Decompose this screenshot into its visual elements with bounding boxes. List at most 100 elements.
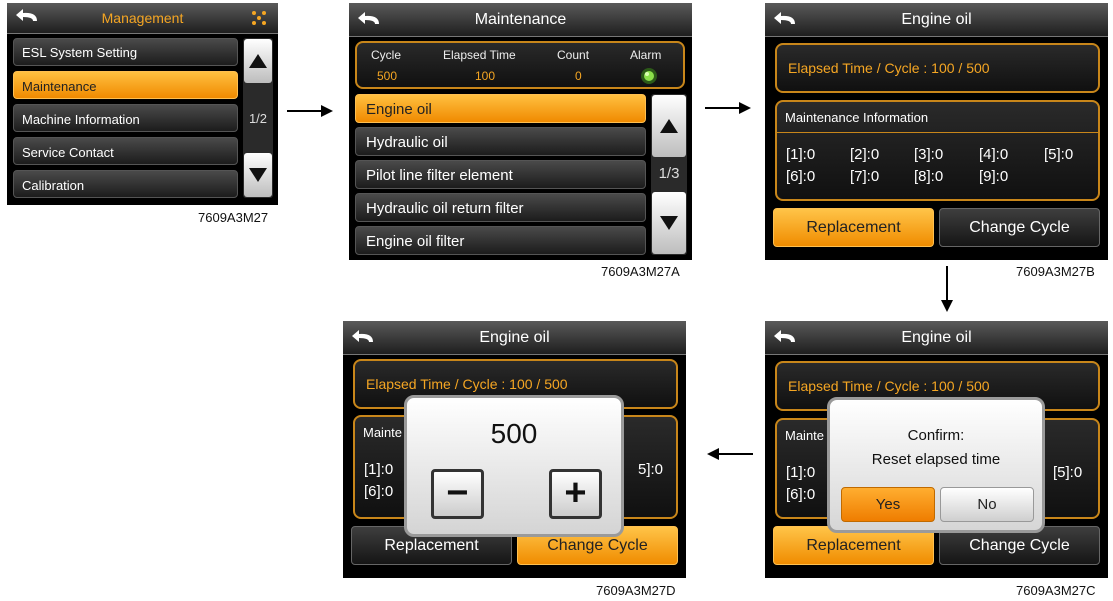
info-value: [5]:0 — [1044, 146, 1074, 163]
header: Engine oil — [765, 321, 1108, 355]
plus-icon: + — [564, 472, 587, 514]
menu-item-maintenance[interactable]: Maintenance — [13, 71, 238, 99]
menu-dots-icon[interactable] — [250, 10, 268, 26]
page-indicator: 1/2 — [248, 111, 268, 126]
back-icon[interactable] — [771, 327, 799, 347]
info-value: [1]:0 — [786, 146, 816, 163]
list-item-label: Hydraulic oil — [366, 134, 448, 151]
header: Maintenance — [349, 3, 692, 37]
change-cycle-label: Change Cycle — [547, 537, 648, 554]
alarm-indicator-icon — [641, 68, 657, 84]
info-value: [2]:0 — [850, 146, 880, 163]
screen-confirm-reset: Engine oil Elapsed Time / Cycle : 100 / … — [765, 321, 1108, 578]
caption: 7609A3M27B — [1016, 264, 1095, 279]
caption: 7609A3M27 — [198, 210, 269, 225]
screen-change-cycle: Engine oil Elapsed Time / Cycle : 100 / … — [343, 321, 686, 578]
arrow-up-icon — [660, 119, 678, 133]
info-value: [6]:0 — [364, 483, 394, 500]
list-item-engine-oil-filter[interactable]: Engine oil filter — [355, 226, 646, 255]
screen-management: Management ESL System Setting Maintenanc… — [7, 3, 278, 205]
list-item-label: Engine oil filter — [366, 233, 465, 250]
info-divider — [777, 132, 1098, 133]
list-item-hydraulic-return-filter[interactable]: Hydraulic oil return filter — [355, 193, 646, 222]
list-item-label: Engine oil — [366, 101, 432, 118]
arrow-down-icon — [941, 266, 953, 312]
info-value: [1]:0 — [364, 461, 394, 478]
scroll-up-button[interactable] — [652, 95, 686, 157]
header: Engine oil — [343, 321, 686, 355]
back-icon[interactable] — [355, 9, 383, 29]
page-indicator: 1/3 — [658, 165, 680, 182]
info-value: [7]:0 — [850, 168, 880, 185]
menu-item-label: Calibration — [22, 178, 85, 193]
cycle-value: 500 — [490, 418, 538, 449]
list-item-label: Pilot line filter element — [366, 167, 513, 184]
menu-item-esl[interactable]: ESL System Setting — [13, 38, 238, 66]
info-value: 5]:0 — [638, 461, 664, 478]
scroll-down-button[interactable] — [244, 153, 272, 197]
yes-label: Yes — [875, 496, 901, 513]
confirm-message: Reset elapsed time — [871, 451, 1001, 468]
elapsed-panel: Elapsed Time / Cycle : 100 / 500 — [775, 43, 1100, 93]
page-title: Engine oil — [901, 11, 972, 28]
no-label: No — [977, 496, 997, 513]
col-header-elapsed: Elapsed Time — [443, 48, 516, 62]
list-item-label: Hydraulic oil return filter — [366, 200, 524, 217]
back-icon[interactable] — [771, 9, 799, 29]
no-button[interactable]: No — [940, 487, 1034, 522]
page-title: Maintenance — [474, 11, 567, 28]
list-item-engine-oil[interactable]: Engine oil — [355, 94, 646, 123]
header: Management — [7, 3, 278, 34]
arrow-down-icon — [249, 168, 267, 182]
increment-button[interactable]: + — [549, 469, 602, 519]
summary-panel: Cycle Elapsed Time Count Alarm 500 100 0 — [355, 41, 685, 89]
back-icon[interactable] — [13, 6, 41, 26]
arrow-up-icon — [249, 54, 267, 68]
menu-item-machine-info[interactable]: Machine Information — [13, 104, 238, 132]
info-title: Mainte — [785, 428, 825, 443]
arrow-left-icon — [707, 448, 753, 460]
minus-icon: − — [446, 472, 469, 514]
yes-button[interactable]: Yes — [841, 487, 935, 522]
elapsed-cycle-text: Elapsed Time / Cycle : 100 / 500 — [788, 60, 990, 76]
caption: 7609A3M27D — [596, 583, 676, 598]
cycle-editor-dialog: 500 − + — [404, 395, 624, 537]
replacement-label: Replacement — [806, 219, 901, 236]
menu-item-service-contact[interactable]: Service Contact — [13, 137, 238, 165]
info-value: [3]:0 — [914, 146, 944, 163]
caption: 7609A3M27A — [601, 264, 680, 279]
elapsed-value: 100 — [475, 69, 496, 83]
info-value: [1]:0 — [786, 464, 816, 481]
info-value: [6]:0 — [786, 168, 816, 185]
cycle-value: 500 — [377, 69, 398, 83]
replacement-button[interactable]: Replacement — [773, 208, 934, 247]
change-cycle-button[interactable]: Change Cycle — [939, 208, 1100, 247]
info-value: [4]:0 — [979, 146, 1009, 163]
decrement-button[interactable]: − — [431, 469, 484, 519]
screen-engine-oil: Engine oil Elapsed Time / Cycle : 100 / … — [765, 3, 1108, 260]
page-title: Management — [101, 10, 184, 26]
info-value: [9]:0 — [979, 168, 1009, 185]
menu-item-label: Maintenance — [22, 79, 97, 94]
info-title: Maintenance Information — [785, 110, 929, 125]
info-value: [5]:0 — [1053, 464, 1083, 481]
info-title: Mainte — [363, 425, 403, 440]
scroll-down-button[interactable] — [652, 192, 686, 254]
arrow-down-icon — [660, 216, 678, 230]
scroll-up-button[interactable] — [244, 39, 272, 83]
list-item-hydraulic-oil[interactable]: Hydraulic oil — [355, 127, 646, 156]
screen-maintenance: Maintenance Cycle Elapsed Time Count Ala… — [349, 3, 692, 260]
replacement-label: Replacement — [806, 537, 901, 554]
col-header-count: Count — [557, 48, 590, 62]
menu-item-calibration[interactable]: Calibration — [13, 170, 238, 198]
page-title: Engine oil — [479, 329, 550, 346]
menu-item-label: ESL System Setting — [22, 45, 138, 60]
confirm-title: Confirm: — [907, 427, 965, 444]
list-item-pilot-line-filter[interactable]: Pilot line filter element — [355, 160, 646, 189]
page-title: Engine oil — [901, 329, 972, 346]
menu-item-label: Machine Information — [22, 112, 140, 127]
header: Engine oil — [765, 3, 1108, 37]
caption: 7609A3M27C — [1016, 583, 1096, 598]
back-icon[interactable] — [349, 327, 377, 347]
info-value: [8]:0 — [914, 168, 944, 185]
